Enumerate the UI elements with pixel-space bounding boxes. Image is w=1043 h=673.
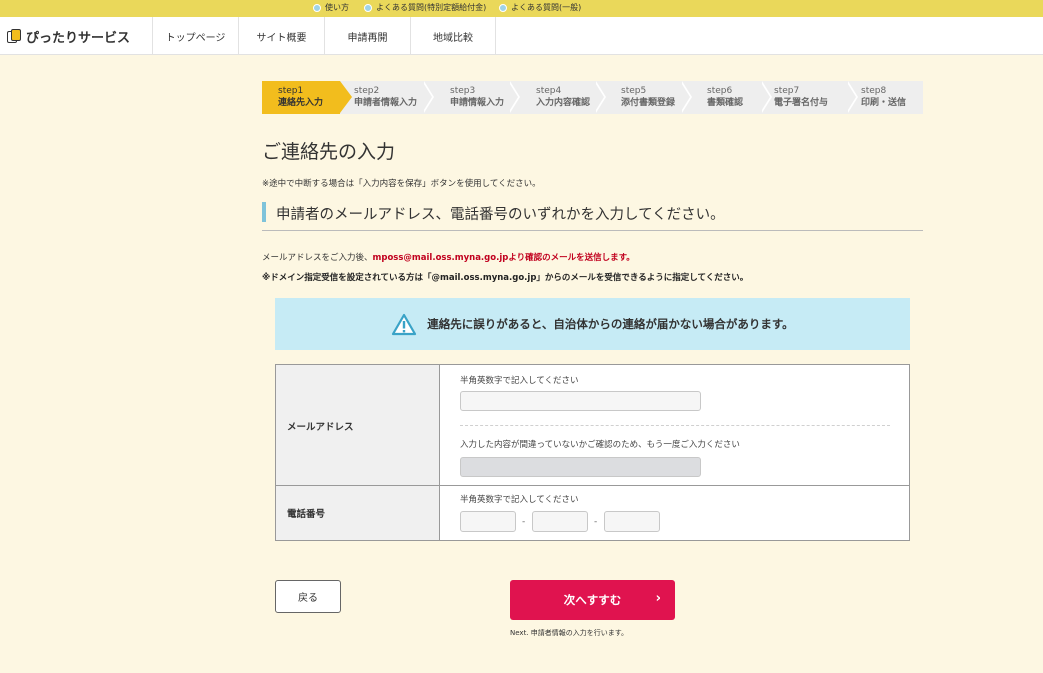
bullet-icon — [313, 3, 321, 12]
step-divider — [760, 81, 770, 113]
step-label: 連絡先入力 — [278, 98, 324, 108]
step-label: 書類確認 — [707, 98, 744, 108]
email-info-highlight: mposs@mail.oss.myna.go.jpより確認のメールを送信します。 — [372, 253, 635, 263]
email-input[interactable] — [460, 391, 701, 411]
email-info: メールアドレスをご入力後、mposs@mail.oss.myna.go.jpより… — [262, 251, 635, 263]
step-divider — [422, 81, 432, 113]
topbar-link-faq-general[interactable]: よくある質問(一般) — [499, 2, 581, 13]
bullet-icon — [499, 3, 507, 12]
email-confirm-hint: 入力した内容が間違っていないかご確認のため、もう一度ご入力ください — [460, 440, 740, 450]
next-button[interactable]: 次へすすむ › — [510, 580, 675, 620]
topbar-link-label: 使い方 — [325, 3, 349, 12]
step-2: step2 申請者情報入力 — [354, 81, 417, 114]
back-button[interactable]: 戻る — [275, 580, 341, 613]
site-logo[interactable]: ぴったりサービス — [6, 17, 130, 55]
nav-label: サイト概要 — [256, 32, 307, 44]
step-4: step4 入力内容確認 — [536, 81, 590, 114]
nav-label: 地域比較 — [433, 32, 473, 44]
phone-input-number[interactable] — [604, 511, 660, 532]
step-5: step5 添付書類登録 — [621, 81, 675, 114]
step-number: step8 — [861, 86, 887, 96]
step-number: step7 — [774, 86, 800, 96]
logo-icon — [6, 28, 22, 44]
step-8: step8 印刷・送信 — [861, 81, 906, 114]
step-number: step1 — [278, 86, 304, 96]
topbar-link-label: よくある質問(特別定額給付金) — [376, 3, 487, 12]
phone-separator: - — [522, 517, 526, 527]
step-label: 印刷・送信 — [861, 98, 907, 108]
domain-info: ※ドメイン指定受信を設定されている方は「@mail.oss.myna.go.jp… — [262, 273, 749, 283]
step-number: step6 — [707, 86, 733, 96]
phone-input-area[interactable] — [460, 511, 516, 532]
phone-hint: 半角英数字で記入してください — [460, 495, 579, 505]
bullet-icon — [364, 3, 372, 12]
heading-accent-bar — [262, 202, 266, 222]
step-number: step3 — [450, 86, 476, 96]
step-label: 電子署名付与 — [774, 98, 829, 108]
warning-banner: 連絡先に誤りがあると、自治体からの連絡が届かない場合があります。 — [275, 298, 910, 350]
back-button-label: 戻る — [298, 593, 318, 604]
step-label: 入力内容確認 — [536, 98, 591, 108]
step-number: step5 — [621, 86, 647, 96]
step-1: step1 連絡先入力 — [278, 81, 323, 114]
next-button-note: Next. 申請者情報の入力を行います。 — [510, 629, 629, 637]
nav-overview[interactable]: サイト概要 — [238, 17, 324, 55]
step-divider — [508, 81, 518, 113]
nav-label: トップページ — [165, 32, 226, 44]
topbar-link-howto[interactable]: 使い方 — [313, 2, 349, 13]
step-active-arrow — [340, 81, 352, 113]
phone-input-exchange[interactable] — [532, 511, 588, 532]
logo-text: ぴったりサービス — [26, 30, 131, 46]
section-heading: 申請者のメールアドレス、電話番号のいずれかを入力してください。 — [262, 201, 923, 231]
step-label: 申請者情報入力 — [354, 98, 418, 108]
row-divider — [276, 485, 909, 486]
step-label: 申請情報入力 — [450, 98, 505, 108]
topbar-link-label: よくある質問(一般) — [511, 3, 582, 12]
nav-resume[interactable]: 申請再開 — [324, 17, 410, 55]
contact-form: メールアドレス 半角英数字で記入してください 入力した内容が間違っていないかご確… — [275, 364, 910, 541]
phone-label: 電話番号 — [287, 509, 326, 520]
email-hint: 半角英数字で記入してください — [460, 376, 579, 386]
site-header: ぴったりサービス トップページ サイト概要 申請再開 地域比較 — [0, 17, 1043, 55]
step-3: step3 申請情報入力 — [450, 81, 504, 114]
nav-region-compare[interactable]: 地域比較 — [410, 17, 496, 55]
page-title: ご連絡先の入力 — [262, 141, 396, 163]
topbar-link-faq-special[interactable]: よくある質問(特別定額給付金) — [364, 2, 486, 13]
step-number: step2 — [354, 86, 380, 96]
save-note: ※途中で中断する場合は「入力内容を保存」ボタンを使用してください。 — [262, 179, 541, 189]
next-button-label: 次へすすむ — [563, 593, 622, 607]
field-divider — [460, 425, 890, 426]
top-utility-bar: 使い方 よくある質問(特別定額給付金) よくある質問(一般) — [0, 0, 1043, 17]
phone-separator: - — [594, 517, 598, 527]
section-heading-text: 申請者のメールアドレス、電話番号のいずれかを入力してください。 — [276, 207, 725, 223]
nav-top[interactable]: トップページ — [152, 17, 238, 55]
step-number: step4 — [536, 86, 562, 96]
step-divider — [594, 81, 604, 113]
step-7: step7 電子署名付与 — [774, 81, 828, 114]
warning-text: 連絡先に誤りがあると、自治体からの連絡が届かない場合があります。 — [427, 317, 794, 331]
nav-label: 申請再開 — [347, 32, 388, 44]
email-info-prefix: メールアドレスをご入力後、 — [262, 253, 373, 263]
step-6: step6 書類確認 — [707, 81, 743, 114]
step-divider — [680, 81, 690, 113]
step-label: 添付書類登録 — [621, 98, 676, 108]
step-progress: step1 連絡先入力 step2 申請者情報入力 step3 申請情報入力 s… — [262, 81, 923, 114]
step-divider — [846, 81, 856, 113]
warning-icon — [392, 313, 417, 335]
email-confirm-input[interactable] — [460, 457, 701, 477]
email-label: メールアドレス — [287, 422, 354, 433]
chevron-right-icon: › — [655, 591, 661, 606]
